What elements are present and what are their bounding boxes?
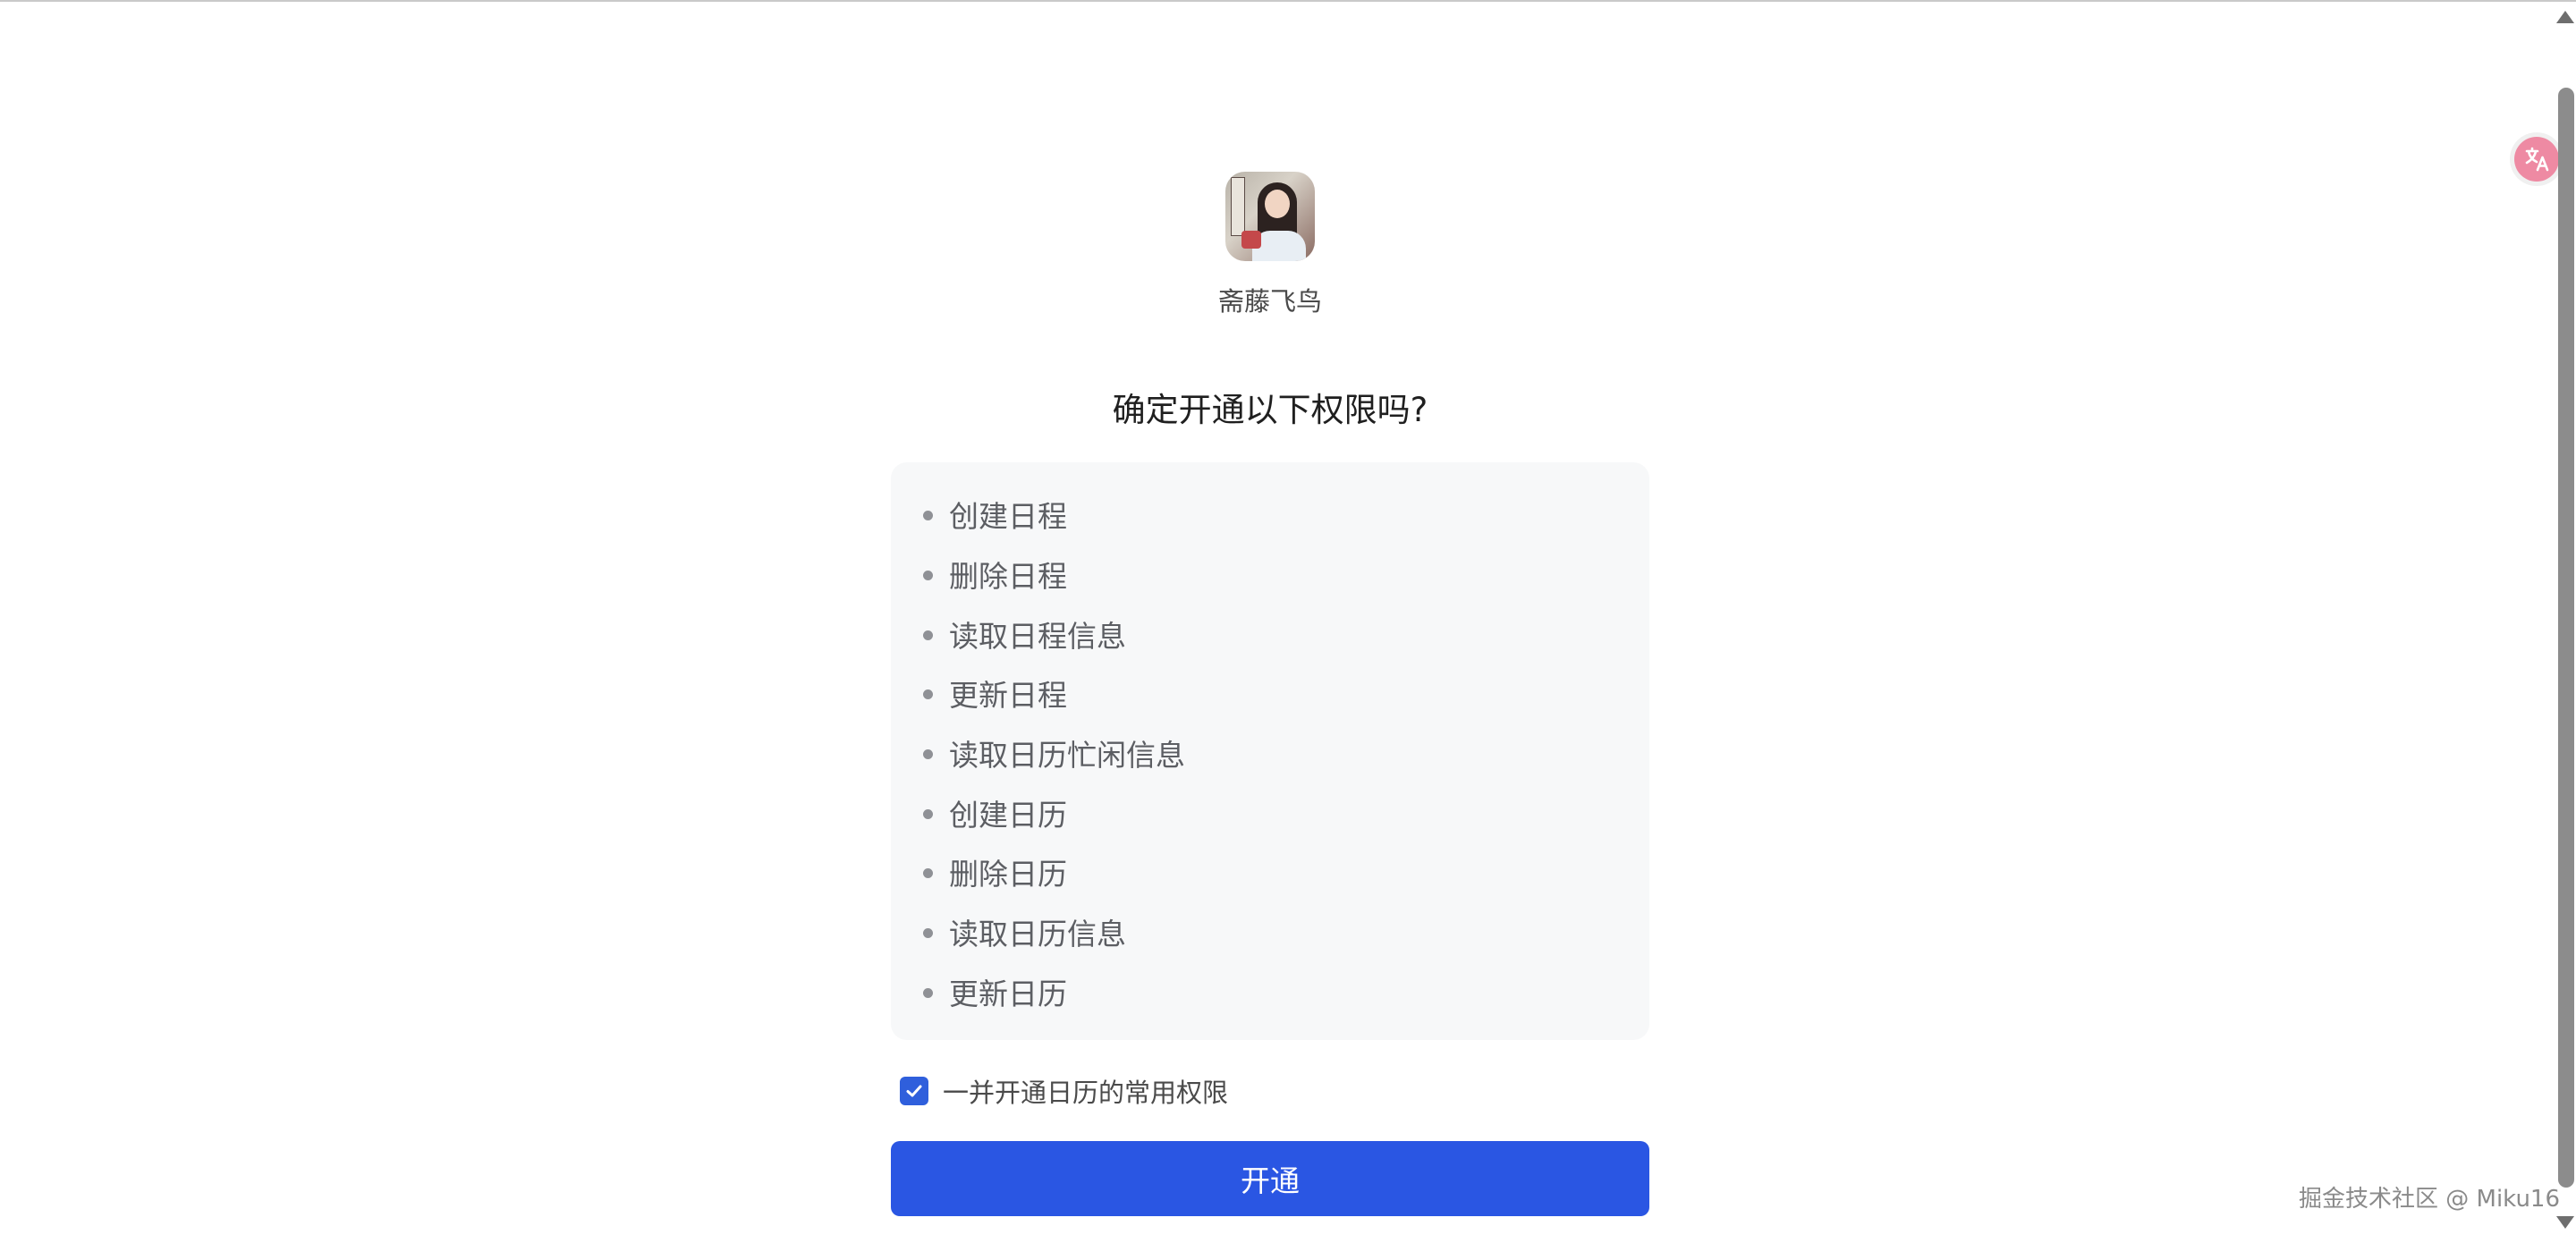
bullet-icon xyxy=(923,988,933,998)
page-title: 确定开通以下权限吗? xyxy=(1112,391,1428,429)
permission-label: 创建日历 xyxy=(949,798,1067,833)
enable-common-permissions-row[interactable]: 一并开通日历的常用权限 xyxy=(900,1073,1228,1109)
permission-label: 读取日历信息 xyxy=(949,917,1126,951)
permission-item: 更新日程 xyxy=(923,673,1067,718)
permission-item: 读取日程信息 xyxy=(923,614,1126,659)
permission-label: 删除日历 xyxy=(949,857,1067,892)
permission-item: 更新日历 xyxy=(923,972,1067,1017)
scroll-thumb[interactable] xyxy=(2558,88,2574,1188)
permission-item: 读取日历忙闲信息 xyxy=(923,733,1185,778)
checkbox-label: 一并开通日历的常用权限 xyxy=(943,1078,1229,1108)
permission-label: 删除日程 xyxy=(949,559,1067,594)
avatar-banner xyxy=(1231,177,1245,236)
permission-label: 更新日程 xyxy=(949,678,1067,713)
check-icon xyxy=(906,1085,922,1097)
top-border xyxy=(0,0,2576,2)
permission-label: 读取日历忙闲信息 xyxy=(949,738,1185,773)
bullet-icon xyxy=(923,511,933,520)
user-name: 斋藤飞鸟 xyxy=(1217,286,1322,317)
permission-label: 读取日程信息 xyxy=(949,619,1126,654)
enable-common-permissions-checkbox[interactable] xyxy=(900,1077,928,1105)
permission-item: 创建日程 xyxy=(923,495,1067,539)
permission-list: 创建日程 删除日程 读取日程信息 更新日程 读取日历忙闲信息 创建日历 删除日历… xyxy=(891,462,1649,1040)
permission-item: 读取日历信息 xyxy=(923,912,1126,957)
watermark: 掘金技术社区 @ Miku16 xyxy=(2299,1186,2561,1213)
permission-item: 删除日程 xyxy=(923,554,1067,599)
permission-label: 更新日历 xyxy=(949,977,1067,1011)
avatar xyxy=(1225,172,1315,261)
vertical-scrollbar[interactable] xyxy=(2546,0,2576,1243)
bullet-icon xyxy=(923,689,933,699)
bullet-icon xyxy=(923,809,933,819)
bullet-icon xyxy=(923,749,933,759)
authorization-page: 斋藤飞鸟 确定开通以下权限吗? 创建日程 删除日程 读取日程信息 更新日程 读取… xyxy=(0,0,2576,1243)
avatar-object xyxy=(1241,231,1261,249)
enable-button[interactable]: 开通 xyxy=(891,1141,1649,1216)
avatar-face xyxy=(1265,190,1290,218)
permission-label: 创建日程 xyxy=(949,499,1067,534)
bullet-icon xyxy=(923,868,933,878)
scroll-up-icon[interactable] xyxy=(2556,11,2574,23)
bullet-icon xyxy=(923,571,933,580)
bullet-icon xyxy=(923,630,933,640)
permission-item: 创建日历 xyxy=(923,793,1067,838)
scroll-down-icon[interactable] xyxy=(2556,1216,2574,1229)
bullet-icon xyxy=(923,928,933,938)
permission-item: 删除日历 xyxy=(923,852,1067,897)
